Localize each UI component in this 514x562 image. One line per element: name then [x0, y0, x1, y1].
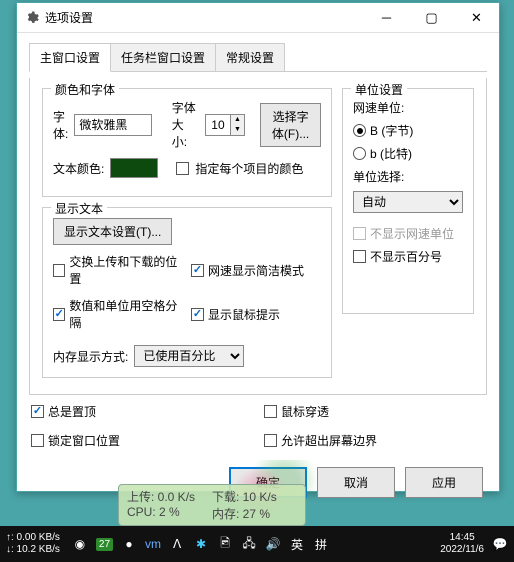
- settings-window: 选项设置 ─ ▢ ✕ 主窗口设置 任务栏窗口设置 常规设置 颜色和字体 字体: …: [16, 2, 500, 492]
- mouse-through-label: 鼠标穿透: [281, 403, 329, 420]
- display-text-settings-button[interactable]: 显示文本设置(T)...: [53, 218, 172, 245]
- clock-time: 14:45: [450, 532, 475, 544]
- gear-icon: [25, 11, 39, 25]
- tab-bar: 主窗口设置 任务栏窗口设置 常规设置: [29, 43, 487, 72]
- dialog-content: 主窗口设置 任务栏窗口设置 常规设置 颜色和字体 字体: 字体大小:: [17, 33, 499, 508]
- taskbar-down: ↓: 10.2 KB/s: [6, 544, 60, 556]
- text-color-swatch[interactable]: [110, 158, 158, 178]
- group-title: 颜色和字体: [51, 81, 119, 98]
- per-item-color-checkbox[interactable]: [176, 162, 189, 175]
- tab-taskbar-window[interactable]: 任务栏窗口设置: [110, 43, 216, 71]
- taskbar-right: 14:45 2022/11/6 💬: [440, 532, 508, 556]
- close-button[interactable]: ✕: [454, 3, 499, 32]
- overlay-cpu: CPU: 2 %: [127, 505, 212, 522]
- unit-select-label: 单位选择:: [353, 168, 463, 185]
- tray-icon-app[interactable]: ◉: [72, 536, 88, 552]
- concise-speed-label: 网速显示简洁模式: [208, 262, 304, 279]
- tray-icon-vm[interactable]: vm: [145, 536, 161, 552]
- taskbar-up: ↑: 0.00 KB/s: [6, 532, 60, 544]
- font-label: 字体:: [53, 108, 68, 142]
- mouse-tooltip-checkbox[interactable]: [191, 308, 204, 321]
- text-color-label: 文本颜色:: [53, 160, 104, 177]
- font-size-label: 字体大小:: [172, 99, 199, 150]
- notification-icon[interactable]: 💬: [492, 536, 508, 552]
- cancel-button[interactable]: 取消: [317, 467, 395, 498]
- volume-icon[interactable]: 🔊: [265, 536, 281, 552]
- always-top-checkbox[interactable]: [31, 405, 44, 418]
- swap-updown-label: 交换上传和下载的位置: [69, 253, 183, 287]
- lock-pos-checkbox[interactable]: [31, 434, 44, 447]
- speed-unit-label: 网速单位:: [353, 99, 463, 116]
- tray-icon-caret[interactable]: ᐱ: [169, 536, 185, 552]
- group-display-text: 显示文本 显示文本设置(T)... 交换上传和下载的位置 网速显示简洁模式 数值…: [42, 207, 332, 378]
- always-top-label: 总是置顶: [48, 403, 96, 420]
- battery-icon[interactable]: 🖻: [217, 536, 233, 552]
- group-title: 显示文本: [51, 200, 107, 217]
- per-item-color-label: 指定每个项目的颜色: [195, 160, 303, 177]
- group-unit: 单位设置 网速单位: B (字节) b (比特) 单位选择: 自动 不显示网速单…: [342, 88, 474, 314]
- allow-offscreen-label: 允许超出屏幕边界: [281, 432, 377, 449]
- byte-radio[interactable]: [353, 124, 366, 137]
- lock-pos-label: 锁定窗口位置: [48, 432, 120, 449]
- floating-stats-overlay[interactable]: 上传: 0.0 K/s 下载: 10 K/s CPU: 2 % 内存: 27 %: [118, 484, 306, 526]
- overlay-mem: 内存: 27 %: [212, 505, 297, 522]
- group-title: 单位设置: [351, 81, 407, 98]
- clock-date: 2022/11/6: [440, 544, 484, 556]
- ime-mode-icon[interactable]: 拼: [313, 536, 329, 552]
- space-sep-checkbox[interactable]: [53, 308, 65, 321]
- mouse-tooltip-label: 显示鼠标提示: [208, 306, 280, 323]
- group-color-font: 颜色和字体 字体: 字体大小: ▲ ▼: [42, 88, 332, 197]
- font-size-value[interactable]: [206, 115, 230, 135]
- select-font-button[interactable]: 选择字体(F)...: [260, 103, 321, 147]
- tab-main-window[interactable]: 主窗口设置: [29, 43, 111, 72]
- bottom-options: 总是置顶 鼠标穿透 锁定窗口位置 允许超出屏幕边界: [29, 403, 487, 455]
- overlay-download: 下载: 10 K/s: [212, 488, 297, 505]
- window-title: 选项设置: [45, 9, 364, 26]
- network-icon[interactable]: 🖧: [241, 536, 257, 552]
- spinner-up[interactable]: ▲: [231, 115, 244, 125]
- bit-label: b (比特): [370, 145, 412, 162]
- minimize-button[interactable]: ─: [364, 3, 409, 32]
- overlay-upload: 上传: 0.0 K/s: [127, 488, 212, 505]
- hide-speed-unit-label: 不显示网速单位: [370, 225, 454, 242]
- maximize-button[interactable]: ▢: [409, 3, 454, 32]
- unit-select[interactable]: 自动: [353, 191, 463, 213]
- mem-display-select[interactable]: 已使用百分比: [134, 345, 244, 367]
- titlebar: 选项设置 ─ ▢ ✕: [17, 3, 499, 33]
- hide-percent-label: 不显示百分号: [370, 248, 442, 265]
- window-buttons: ─ ▢ ✕: [364, 3, 499, 32]
- byte-label: B (字节): [370, 122, 413, 139]
- taskbar-clock[interactable]: 14:45 2022/11/6: [440, 532, 484, 556]
- mem-display-label: 内存显示方式:: [53, 348, 128, 365]
- right-column: 单位设置 网速单位: B (字节) b (比特) 单位选择: 自动 不显示网速单…: [342, 88, 474, 388]
- spinner-down[interactable]: ▼: [231, 125, 244, 135]
- space-sep-label: 数值和单位用空格分隔: [69, 297, 183, 331]
- taskbar-netspeed[interactable]: ↑: 0.00 KB/s ↓: 10.2 KB/s: [6, 532, 60, 556]
- bluetooth-icon[interactable]: ✱: [193, 536, 209, 552]
- left-column: 颜色和字体 字体: 字体大小: ▲ ▼: [42, 88, 332, 388]
- allow-offscreen-checkbox[interactable]: [264, 434, 277, 447]
- hide-speed-unit-checkbox: [353, 227, 366, 240]
- tab-panel-main: 颜色和字体 字体: 字体大小: ▲ ▼: [29, 78, 487, 395]
- font-size-spinner[interactable]: ▲ ▼: [205, 114, 245, 136]
- apply-button[interactable]: 应用: [405, 467, 483, 498]
- ime-lang-icon[interactable]: 英: [289, 536, 305, 552]
- concise-speed-checkbox[interactable]: [191, 264, 204, 277]
- tab-general[interactable]: 常规设置: [215, 43, 285, 71]
- bit-radio[interactable]: [353, 147, 366, 160]
- font-input[interactable]: [74, 114, 152, 136]
- hide-percent-checkbox[interactable]: [353, 250, 366, 263]
- taskbar: ↑: 0.00 KB/s ↓: 10.2 KB/s ◉ 27 ● vm ᐱ ✱ …: [0, 526, 514, 562]
- swap-updown-checkbox[interactable]: [53, 264, 65, 277]
- tray-icon-circle[interactable]: ●: [121, 536, 137, 552]
- mouse-through-checkbox[interactable]: [264, 405, 277, 418]
- system-tray: ◉ 27 ● vm ᐱ ✱ 🖻 🖧 🔊 英 拼: [72, 536, 329, 552]
- tray-badge[interactable]: 27: [96, 538, 113, 551]
